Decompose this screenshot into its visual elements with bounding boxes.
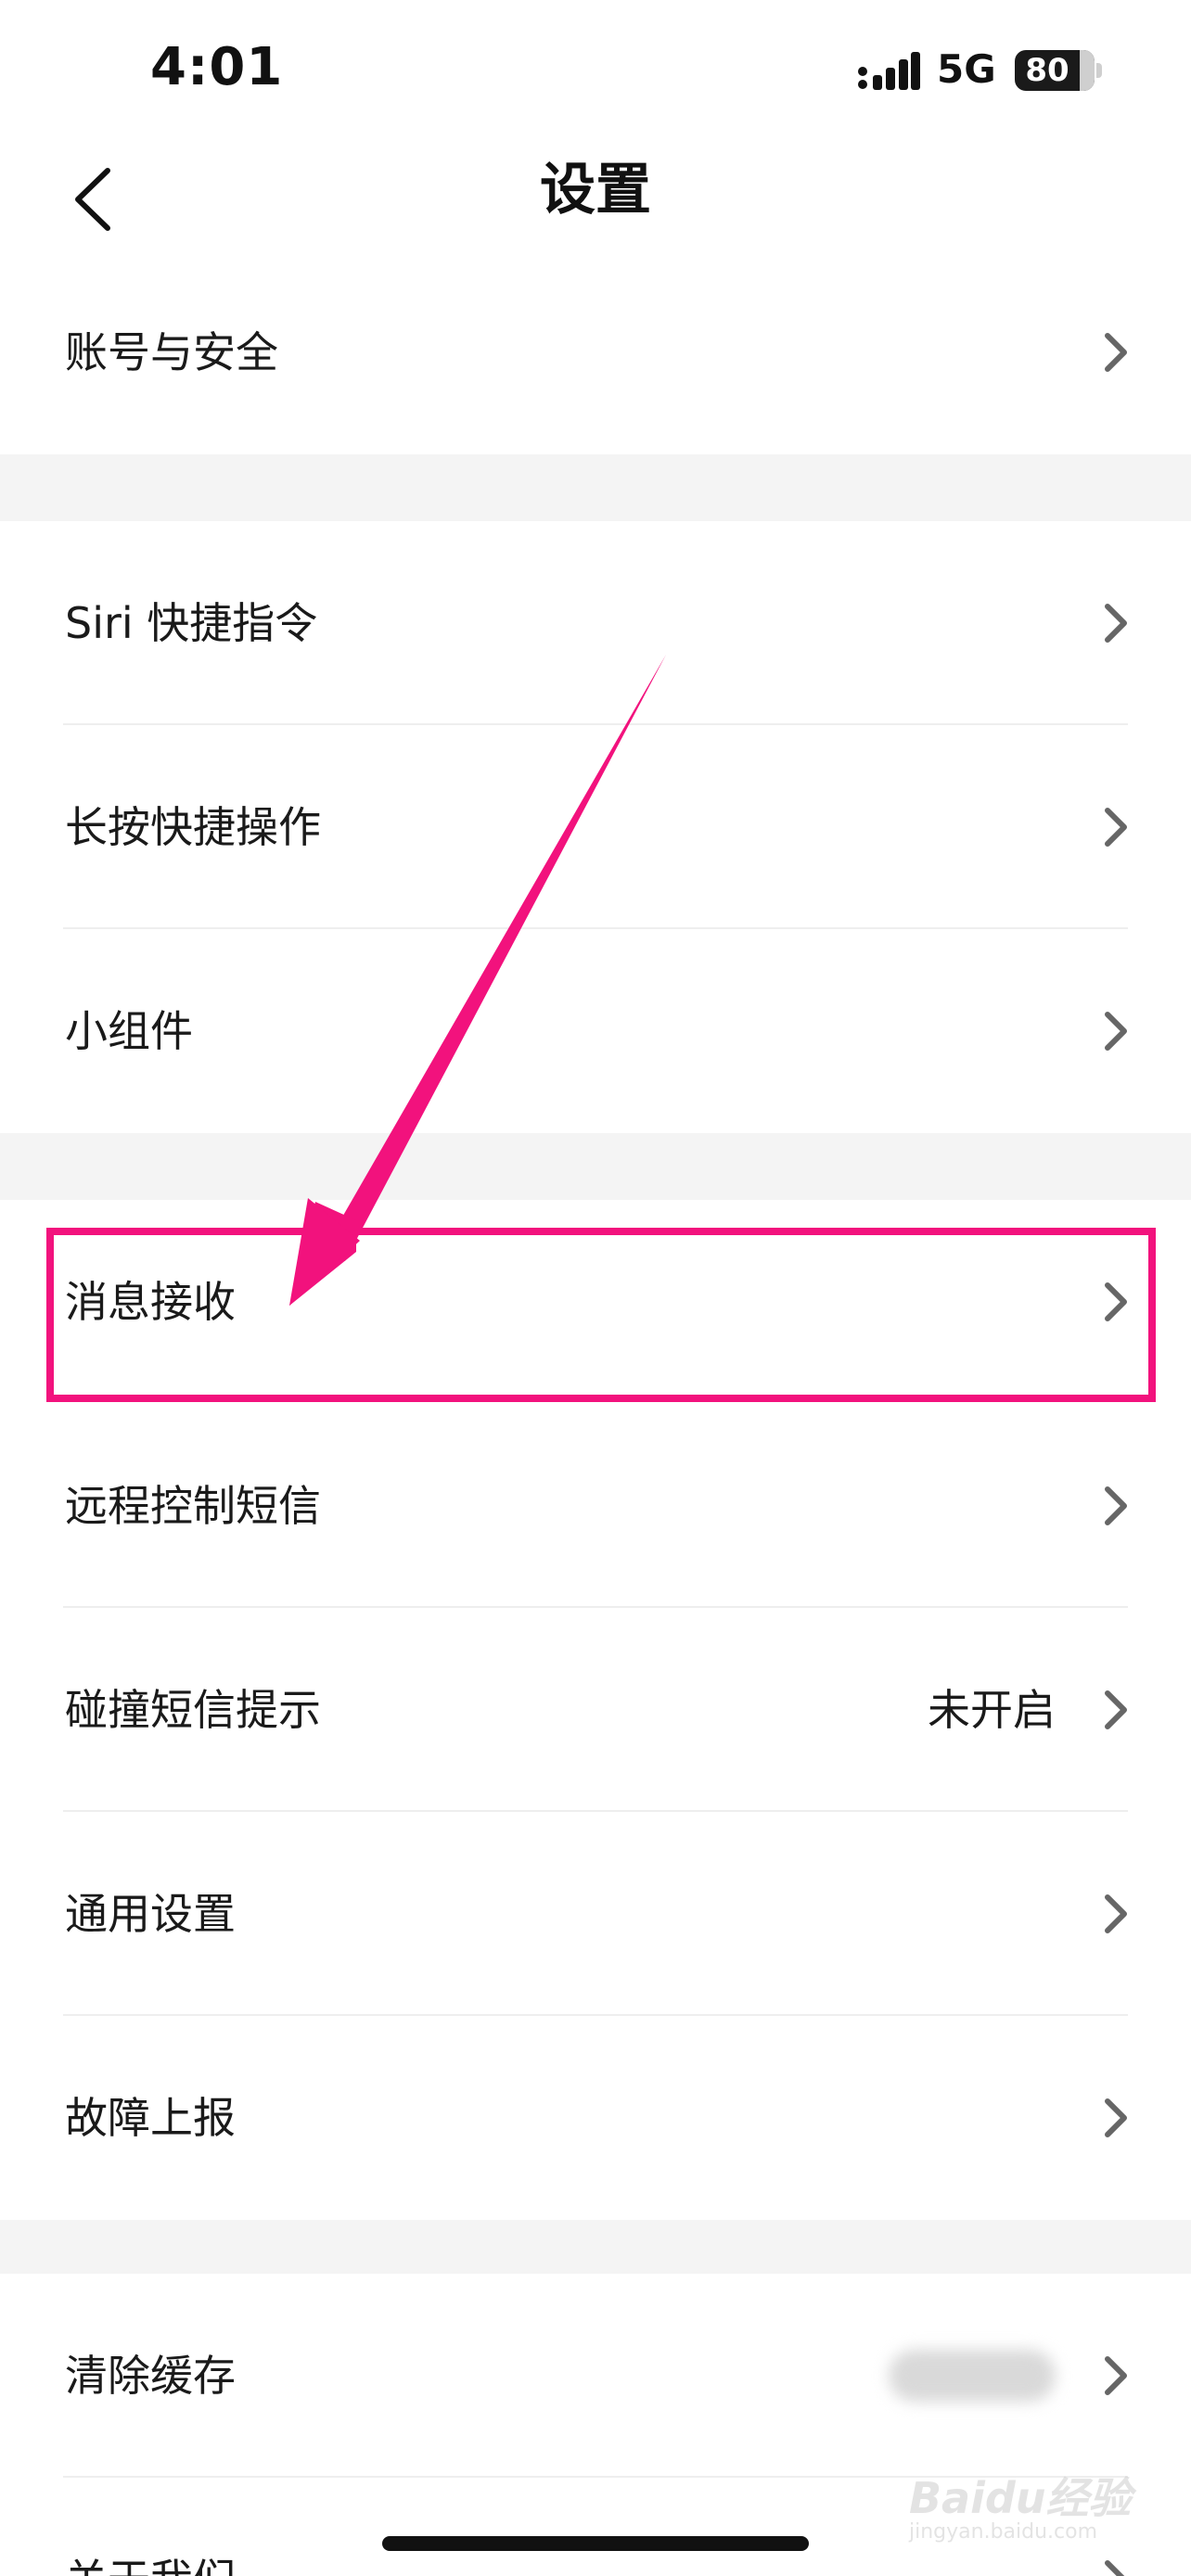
- chevron-right-icon: [1105, 1690, 1127, 1729]
- chevron-right-icon: [1105, 2098, 1127, 2137]
- home-indicator[interactable]: [382, 2536, 809, 2551]
- cache-size-blurred: [889, 2350, 1056, 2402]
- settings-item-label: 小组件: [65, 1006, 193, 1056]
- chevron-right-icon: [1105, 604, 1127, 643]
- chevron-right-icon: [1105, 2356, 1127, 2395]
- settings-item-widgets[interactable]: 小组件: [0, 929, 1191, 1133]
- settings-item-label: 故障上报: [65, 2093, 236, 2143]
- settings-item-label: Siri 快捷指令: [65, 598, 318, 648]
- settings-item-collision-sms-alert[interactable]: 碰撞短信提示 未开启: [0, 1608, 1191, 1812]
- settings-item-long-press-actions[interactable]: 长按快捷操作: [0, 725, 1191, 929]
- settings-item-label: 通用设置: [65, 1889, 236, 1939]
- chevron-right-icon: [1105, 2560, 1125, 2576]
- settings-item-label: 清除缓存: [65, 2351, 236, 2401]
- settings-item-remote-control-sms[interactable]: 远程控制短信: [0, 1404, 1191, 1608]
- settings-item-general-settings[interactable]: 通用设置: [0, 1812, 1191, 2016]
- settings-group-shortcuts: Siri 快捷指令 长按快捷操作 小组件: [0, 521, 1191, 1133]
- watermark-url: jingyan.baidu.com: [909, 2520, 1098, 2544]
- status-time: 4:01: [150, 37, 284, 97]
- settings-item-siri-shortcuts[interactable]: Siri 快捷指令: [0, 521, 1191, 725]
- chevron-right-icon: [1105, 1012, 1127, 1051]
- annotation-highlight-box: [46, 1228, 1156, 1402]
- settings-item-value: 未开启: [928, 1685, 1056, 1735]
- nav-bar: 设置: [0, 139, 1191, 260]
- signal-bars-icon: [858, 52, 920, 90]
- settings-item-fault-report[interactable]: 故障上报: [0, 2016, 1191, 2220]
- settings-item-label: 碰撞短信提示: [65, 1685, 321, 1735]
- battery-nub: [1096, 63, 1102, 78]
- watermark-logo: Baidu经验 jingyan.baidu.com: [909, 2448, 1132, 2544]
- chevron-right-icon: [1105, 1894, 1127, 1933]
- settings-item-label: 长按快捷操作: [65, 802, 321, 852]
- chevron-right-icon: [1105, 808, 1127, 847]
- status-bar: 4:01 5G 80: [0, 0, 1191, 139]
- settings-item-label: 账号与安全: [65, 327, 278, 377]
- battery-percent: 80: [1025, 52, 1069, 89]
- chevron-right-icon: [1105, 1486, 1127, 1525]
- settings-item-label: 远程控制短信: [65, 1481, 321, 1531]
- section-gap: [0, 454, 1191, 521]
- network-type: 5G: [937, 46, 996, 92]
- settings-item-clear-cache[interactable]: 清除缓存: [0, 2274, 1191, 2478]
- section-gap: [0, 1133, 1191, 1200]
- back-button[interactable]: [56, 158, 130, 241]
- page-title: 设置: [540, 158, 651, 223]
- settings-item-label: 关于我们: [65, 2478, 236, 2576]
- watermark-text: Baidu经验: [909, 2473, 1132, 2523]
- chevron-right-icon: [1105, 333, 1127, 372]
- battery-icon: 80: [1015, 50, 1095, 91]
- settings-item-account-security[interactable]: 账号与安全: [0, 250, 1191, 454]
- settings-group-account: 账号与安全: [0, 250, 1191, 454]
- chevron-left-icon: [75, 168, 110, 231]
